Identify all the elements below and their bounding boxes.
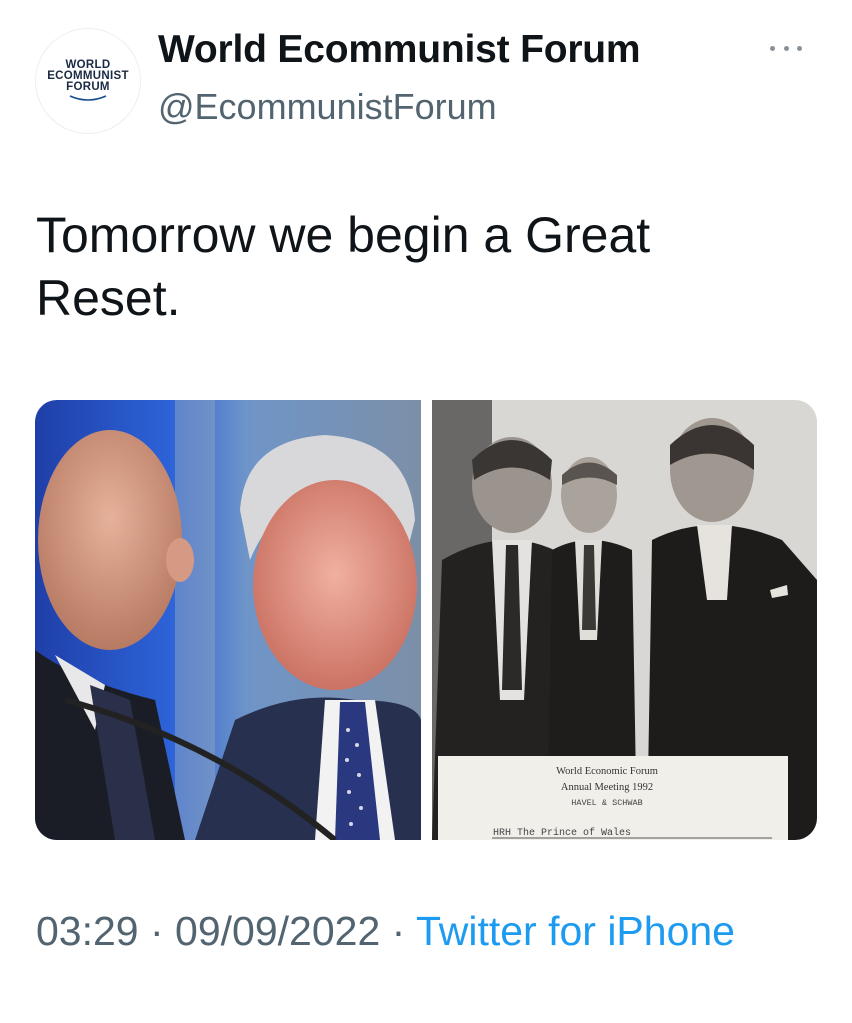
photo-left-image [35,400,421,840]
avatar-logo-line-3: FORUM [66,81,110,93]
handle[interactable]: @EcommunistForum [158,86,497,128]
placard-line-1: World Economic Forum [556,766,658,777]
tweet-meta: 03:29 · 09/09/2022 · Twitter for iPhone [36,902,816,960]
photo-right-image: World Economic Forum Annual Meeting 1992… [432,400,817,840]
media-photo-left[interactable] [35,400,421,840]
placard-line-2: Annual Meeting 1992 [561,782,653,793]
more-dot [770,45,775,51]
logo-swoosh-icon [69,95,107,101]
meta-separator: · [380,908,416,954]
meta-separator: · [138,908,176,954]
placard-line-4: HRH The Prince of Wales [493,827,631,839]
avatar[interactable]: WORLD ECOMMUNIST FORUM [35,28,141,134]
tweet-date[interactable]: 09/09/2022 [175,908,380,954]
tweet-time[interactable]: 03:29 [36,908,139,954]
tweet-source-link[interactable]: Twitter for iPhone [416,908,735,954]
media-grid: World Economic Forum Annual Meeting 1992… [35,400,817,840]
more-dot [797,45,802,51]
tweet-text: Tomorrow we begin a Great Reset. [36,207,651,326]
media-photo-right[interactable]: World Economic Forum Annual Meeting 1992… [432,400,817,840]
placard-line-3: HAVEL & SCHWAB [571,798,642,808]
more-dot [783,45,789,51]
display-name[interactable]: World Ecommunist Forum [158,28,641,72]
more-horizontal-icon[interactable] [760,34,812,62]
